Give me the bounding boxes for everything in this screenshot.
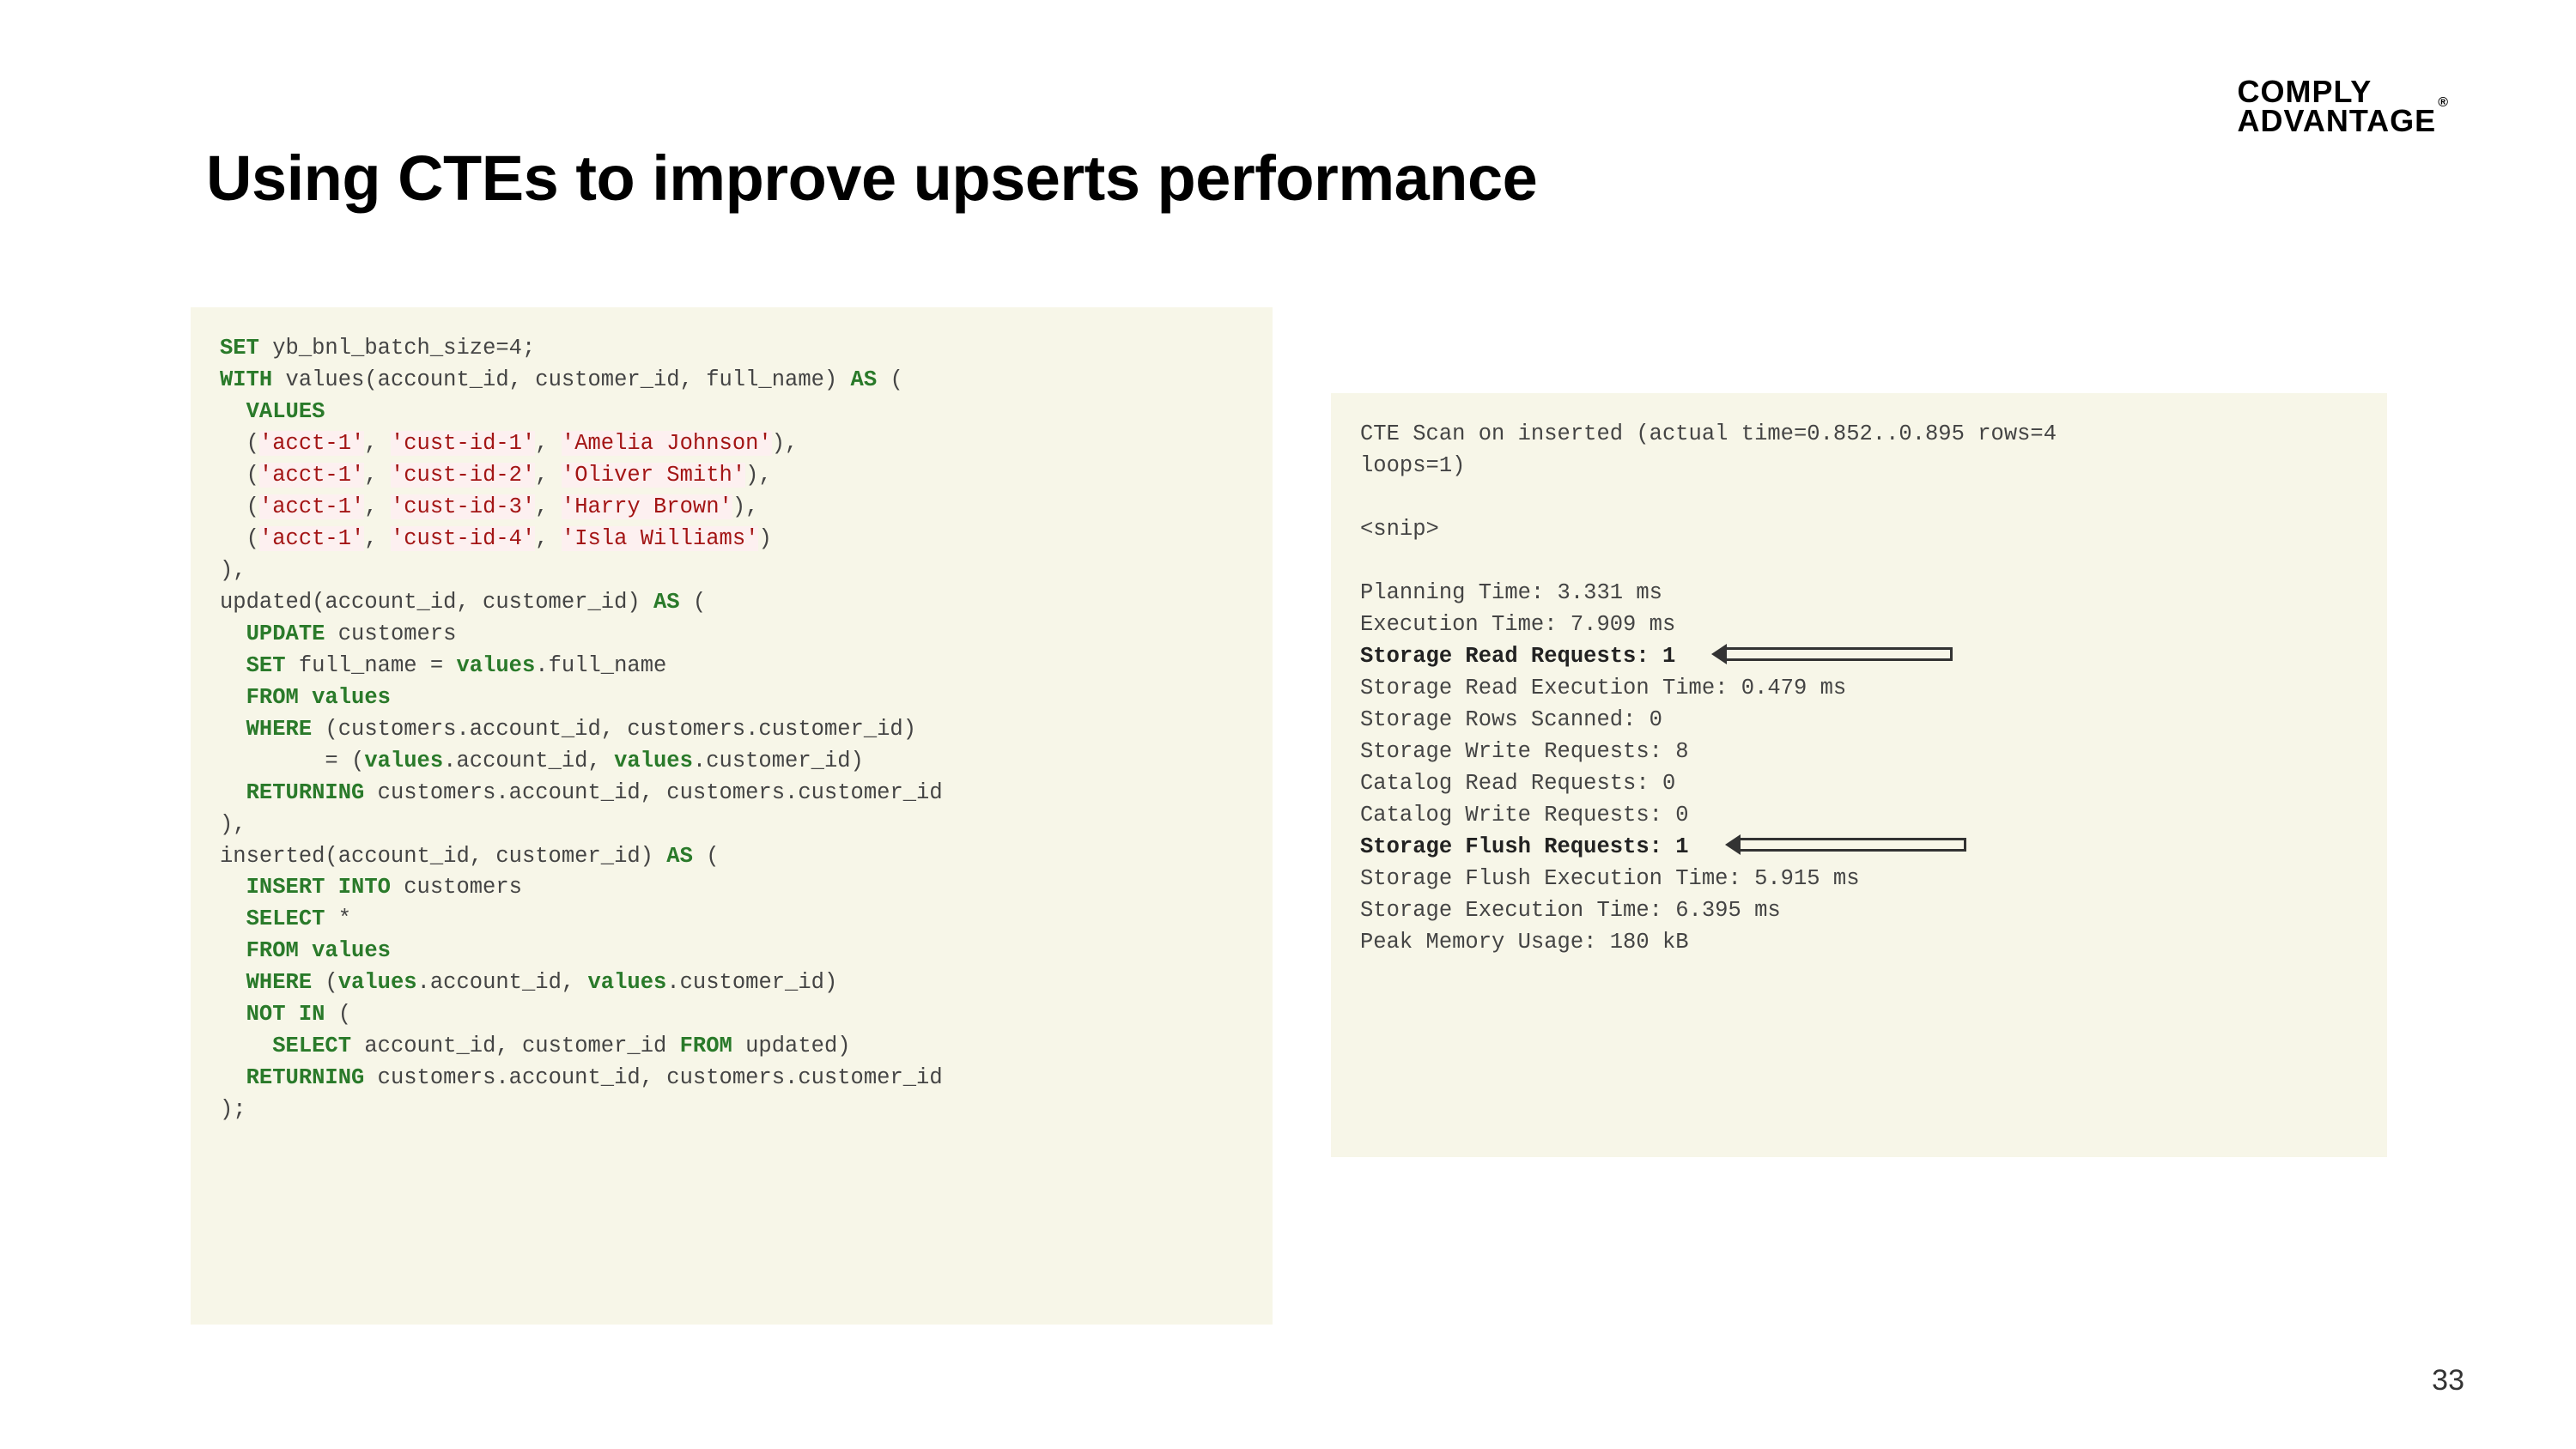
sql-code-block: SET yb_bnl_batch_size=4; WITH values(acc… xyxy=(191,307,1273,1325)
page-title: Using CTEs to improve upserts performanc… xyxy=(206,142,1537,215)
storage-flush-requests: Storage Flush Requests: 1 xyxy=(1360,834,1689,859)
explain-output-block: CTE Scan on inserted (actual time=0.852.… xyxy=(1331,393,2387,1157)
storage-read-requests: Storage Read Requests: 1 xyxy=(1360,644,1675,669)
logo-line2: ADVANTAGE® xyxy=(2238,106,2447,136)
brand-logo: COMPLY ADVANTAGE® xyxy=(2238,77,2447,136)
arrow-icon xyxy=(1727,647,1953,661)
logo-line1: COMPLY xyxy=(2238,77,2447,106)
slide: COMPLY ADVANTAGE® Using CTEs to improve … xyxy=(0,0,2576,1449)
arrow-icon xyxy=(1741,838,1966,852)
page-number: 33 xyxy=(2432,1364,2464,1397)
